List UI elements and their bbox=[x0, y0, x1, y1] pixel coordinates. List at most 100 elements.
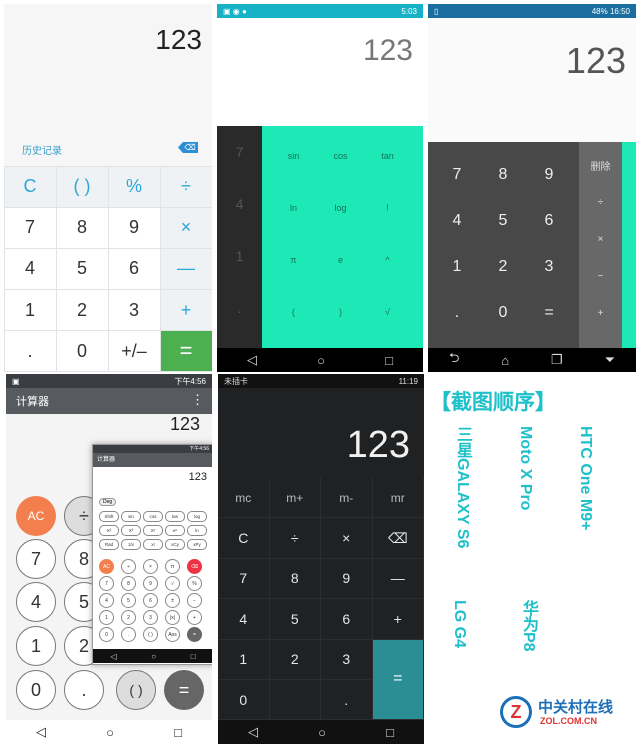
sci-key-button[interactable]: e bbox=[317, 234, 364, 286]
key-button[interactable]: = bbox=[372, 639, 424, 721]
overlay-nav-home-icon[interactable]: ○ bbox=[151, 652, 156, 661]
key-button[interactable]: AC bbox=[16, 496, 56, 536]
sci-key-button[interactable]: ln bbox=[187, 525, 207, 536]
key-button[interactable]: m- bbox=[321, 478, 373, 519]
key-button[interactable]: . bbox=[321, 680, 373, 721]
key-button[interactable]: 6 bbox=[143, 593, 158, 608]
key-button[interactable]: = bbox=[187, 627, 202, 642]
key-button[interactable]: 0 bbox=[56, 331, 108, 372]
sci-key-button[interactable]: ln bbox=[270, 182, 317, 234]
key-button[interactable]: +/– bbox=[108, 331, 160, 372]
key-button[interactable]: 1 bbox=[217, 230, 262, 282]
key-button[interactable]: 3 bbox=[143, 610, 158, 625]
delete-button[interactable]: 删除 bbox=[579, 147, 622, 184]
key-button[interactable]: 7 bbox=[217, 126, 262, 178]
key-button[interactable]: ( ) bbox=[56, 166, 108, 207]
overlay-nav-back-icon[interactable]: ◁ bbox=[110, 652, 116, 661]
key-button[interactable]: 3 bbox=[321, 639, 373, 680]
sci-key-button[interactable]: cos bbox=[317, 130, 364, 182]
key-button[interactable]: 5 bbox=[269, 599, 321, 640]
key-button[interactable]: 0 bbox=[480, 290, 526, 336]
nav-back-icon[interactable]: ◁ bbox=[248, 724, 258, 740]
sci-key-button[interactable]: Rad bbox=[99, 539, 119, 550]
key-button[interactable]: . bbox=[217, 282, 262, 334]
sci-key-button[interactable]: log bbox=[187, 511, 207, 522]
key-button[interactable]: ⌫ bbox=[187, 559, 202, 574]
key-button[interactable]: × bbox=[160, 207, 212, 248]
key-button[interactable]: 8 bbox=[121, 576, 136, 591]
key-button[interactable]: = bbox=[160, 331, 212, 372]
nav-recents-icon[interactable]: ❐ bbox=[551, 352, 563, 368]
key-button[interactable]: 6 bbox=[321, 599, 373, 640]
sci-key-button[interactable]: ( bbox=[270, 286, 317, 338]
key-button[interactable]: 7 bbox=[16, 539, 56, 579]
key-button[interactable]: 7 bbox=[99, 576, 114, 591]
key-button[interactable]: 9 bbox=[321, 558, 373, 600]
sci-key-button[interactable]: cos bbox=[143, 511, 163, 522]
key-button[interactable]: 3 bbox=[108, 290, 160, 331]
sci-key-button[interactable]: ) bbox=[317, 286, 364, 338]
nav-home-icon[interactable]: ○ bbox=[106, 725, 114, 740]
key-button[interactable]: × bbox=[321, 518, 373, 559]
sci-key-button[interactable]: X³ bbox=[121, 525, 141, 536]
key-button[interactable]: 6 bbox=[526, 198, 572, 244]
key-button[interactable]: 0 bbox=[218, 680, 270, 721]
key-button[interactable]: 9 bbox=[526, 152, 572, 198]
key-button[interactable]: 8 bbox=[56, 207, 108, 248]
key-button[interactable]: 4 bbox=[218, 599, 270, 640]
key-button[interactable]: — bbox=[160, 248, 212, 290]
nav-home-icon[interactable]: ○ bbox=[317, 353, 325, 368]
key-button[interactable]: 8 bbox=[269, 558, 321, 600]
key-button[interactable]: 0 bbox=[99, 627, 114, 642]
backspace-icon[interactable]: ⌫ bbox=[178, 142, 198, 153]
key-button[interactable]: mc bbox=[218, 478, 270, 519]
sci-key-button[interactable]: π bbox=[270, 234, 317, 286]
key-button[interactable]: AC bbox=[99, 559, 114, 574]
sci-key-button[interactable]: log bbox=[317, 182, 364, 234]
sci-key-button[interactable]: tan bbox=[364, 130, 411, 182]
key-button[interactable]: C bbox=[4, 166, 56, 207]
key-button[interactable]: C bbox=[218, 518, 270, 559]
key-button[interactable]: 1 bbox=[4, 290, 56, 331]
history-button[interactable]: 历史记录 bbox=[22, 142, 62, 157]
key-button[interactable]: 4 bbox=[434, 198, 480, 244]
key-button[interactable]: 4 bbox=[99, 593, 114, 608]
operator-button[interactable]: ÷ bbox=[579, 184, 622, 221]
key-button[interactable]: — bbox=[372, 558, 424, 600]
key-button[interactable]: 9 bbox=[143, 576, 158, 591]
sci-key-button[interactable]: Shift bbox=[99, 511, 119, 522]
sci-key-button[interactable]: xPy bbox=[187, 539, 207, 550]
key-button[interactable]: 6 bbox=[108, 248, 160, 290]
key-button[interactable]: + bbox=[160, 290, 212, 331]
nav-notifications-icon[interactable]: ⏷ bbox=[605, 352, 615, 368]
key-button[interactable]: ÷ bbox=[160, 166, 212, 207]
key-button[interactable]: 5 bbox=[56, 248, 108, 290]
key-button[interactable]: ( ) bbox=[116, 670, 156, 710]
key-button[interactable]: ± bbox=[165, 593, 180, 608]
key-button[interactable]: 1 bbox=[218, 639, 270, 680]
nav-recents-icon[interactable]: □ bbox=[386, 725, 394, 740]
operator-button[interactable]: − bbox=[579, 258, 622, 295]
key-button[interactable]: 4 bbox=[4, 248, 56, 290]
sci-key-button[interactable]: X² bbox=[99, 525, 119, 536]
deg-toggle[interactable]: Deg bbox=[99, 498, 117, 506]
key-button[interactable]: 2 bbox=[56, 290, 108, 331]
key-button[interactable] bbox=[269, 680, 321, 721]
key-button[interactable]: m+ bbox=[269, 478, 321, 519]
sci-key-button[interactable]: ! bbox=[364, 182, 411, 234]
key-button[interactable]: 1 bbox=[434, 244, 480, 290]
key-button[interactable]: 1 bbox=[16, 626, 56, 666]
operator-button[interactable]: + bbox=[579, 295, 622, 332]
sci-key-button[interactable]: ^ bbox=[364, 234, 411, 286]
more-menu-icon[interactable]: ⋮ bbox=[191, 392, 204, 408]
key-button[interactable]: ⌫ bbox=[372, 518, 424, 559]
key-button[interactable]: . bbox=[434, 290, 480, 336]
sci-key-button[interactable]: 1/x bbox=[121, 539, 141, 550]
nav-back-icon[interactable]: ◁ bbox=[247, 352, 257, 368]
key-button[interactable]: . bbox=[64, 670, 104, 710]
nav-back-icon[interactable]: ⮌ bbox=[449, 349, 459, 371]
key-button[interactable]: 0 bbox=[16, 670, 56, 710]
key-button[interactable]: mr bbox=[372, 478, 424, 519]
key-button[interactable]: 3 bbox=[526, 244, 572, 290]
sci-key-button[interactable]: √ bbox=[364, 286, 411, 338]
